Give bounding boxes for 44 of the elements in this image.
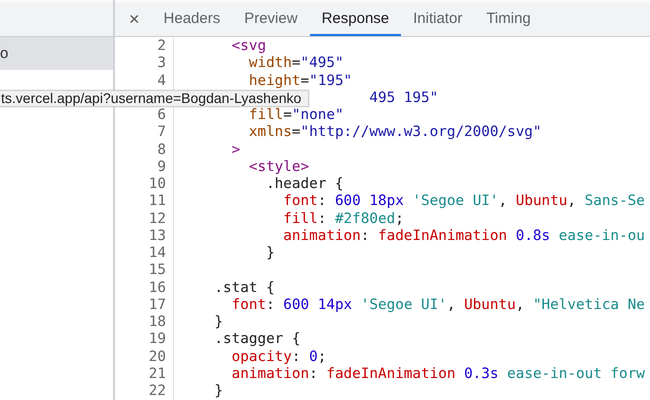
line-number: 9 bbox=[115, 158, 174, 176]
line-number: 3 bbox=[115, 55, 174, 72]
code-line: animation: fadeInAnimation 0.3s ease-in-out forw bbox=[230, 366, 645, 383]
code-line: <svg bbox=[230, 38, 266, 56]
tab[interactable]: Preview bbox=[232, 3, 310, 36]
code-line: width="495" bbox=[248, 55, 344, 72]
code-line: height="195" bbox=[248, 72, 352, 90]
request-item[interactable]: o bbox=[0, 37, 113, 70]
line-number: 18 bbox=[115, 314, 174, 332]
line-number: 14 bbox=[115, 245, 174, 262]
code-line: xmlns="http://www.w3.org/2000/svg" bbox=[248, 124, 542, 142]
code-line: animation: fadeInAnimation 0.8s ease-in-ou bbox=[282, 228, 645, 245]
line-number: 22 bbox=[115, 383, 174, 400]
line-number: 13 bbox=[115, 228, 174, 245]
code-line: .header { bbox=[265, 176, 344, 194]
code-line: fill: #2f80ed; bbox=[282, 210, 404, 228]
code-line: .stagger { bbox=[213, 331, 301, 348]
code-line: } bbox=[265, 245, 275, 262]
line-number: 17 bbox=[115, 296, 174, 314]
code-line: > bbox=[230, 142, 240, 159]
code-line: .stat { bbox=[213, 280, 275, 297]
code-line: fill="none" bbox=[248, 107, 344, 124]
code-line: } bbox=[213, 314, 224, 332]
line-number: 20 bbox=[115, 348, 174, 366]
line-number: 19 bbox=[115, 331, 174, 348]
code-line: } bbox=[213, 383, 224, 400]
tab[interactable]: Response bbox=[310, 3, 402, 36]
line-number: 11 bbox=[115, 193, 174, 210]
line-number: 16 bbox=[115, 280, 174, 297]
line-number: 15 bbox=[115, 262, 174, 280]
line-number: 21 bbox=[115, 366, 174, 383]
line-number: 2 bbox=[115, 38, 174, 56]
line-number: 7 bbox=[115, 124, 174, 142]
code-line: font: 600 18px 'Segoe UI', Ubuntu, Sans-Se bbox=[282, 193, 645, 210]
line-number: 8 bbox=[115, 142, 174, 159]
tab[interactable]: Initiator bbox=[401, 3, 474, 36]
code-line: opacity: 0; bbox=[230, 348, 326, 366]
tooltip: ts.vercel.app/api?username=Bogdan-Lyashenko bbox=[0, 90, 310, 107]
tab[interactable]: Timing bbox=[474, 3, 543, 36]
line-number: 12 bbox=[115, 210, 174, 228]
code-line: font: 600 14px 'Segoe UI', Ubuntu, "Helvetica Ne bbox=[230, 296, 645, 314]
code-line: <style> bbox=[248, 158, 310, 176]
tab[interactable]: Headers bbox=[152, 3, 232, 36]
line-number: 10 bbox=[115, 176, 174, 194]
